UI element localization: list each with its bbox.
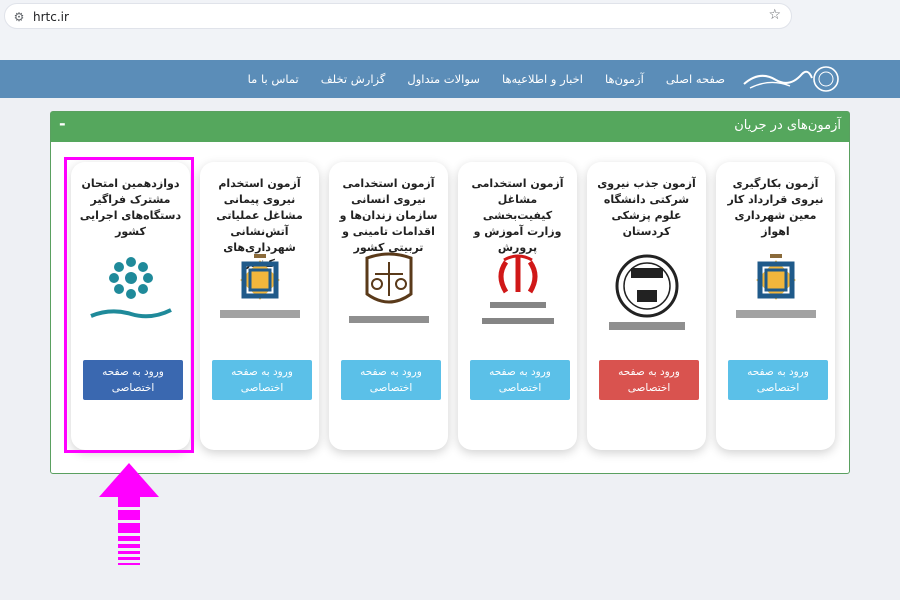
exam-card: آزمون استخدامی نیروی انسانی سازمان زندان… (329, 162, 448, 450)
exam-card-title: آزمون استخدامی مشاغل کیفیت‌بخشی وزارت آم… (471, 177, 564, 254)
nav-link-2[interactable]: اخبار و اطلاعیه‌ها (502, 72, 583, 86)
exam-card: آزمون بکارگیری نیروی قرارداد کار معین شه… (716, 162, 835, 450)
highlight-box (64, 157, 194, 453)
enter-exam-page-button[interactable]: ورود به صفحه اختصاصی (728, 360, 828, 400)
panel-title: آزمون‌های در جریان (734, 118, 841, 133)
tune-icon[interactable]: ⚙ (11, 9, 27, 25)
collapse-button[interactable]: - (59, 114, 66, 133)
exam-card-title: آزمون جذب نیروی شرکتی دانشگاه علوم پزشکی… (597, 177, 696, 238)
nav-link-0[interactable]: صفحه اصلی (666, 72, 725, 86)
nav-link-1[interactable]: آزمون‌ها (605, 72, 644, 86)
exam-card-title: آزمون بکارگیری نیروی قرارداد کار معین شه… (727, 177, 824, 238)
jahad-daneshgahi-logo (597, 250, 696, 338)
nav-link-3[interactable]: سوالات متداول (407, 72, 480, 86)
exam-card-title: آزمون استخدامی نیروی انسانی سازمان زندان… (339, 177, 438, 254)
exam-card: آزمون جذب نیروی شرکتی دانشگاه علوم پزشکی… (587, 162, 706, 450)
iran-emblem-logo (468, 250, 567, 338)
enter-exam-page-button[interactable]: ورود به صفحه اختصاصی (599, 360, 699, 400)
nav-link-4[interactable]: گزارش تخلف (321, 72, 386, 86)
enter-exam-page-button[interactable]: ورود به صفحه اختصاصی (212, 360, 312, 400)
prisons-organization-logo (339, 250, 438, 338)
municipality-ministry-logo (726, 250, 825, 338)
exam-card: آزمون استخدام نیروی پیمانی مشاغل عملیاتی… (200, 162, 319, 450)
up-arrow-icon (99, 463, 159, 565)
nav-links: صفحه اصلی آزمون‌ها اخبار و اطلاعیه‌ها سوالا… (248, 60, 725, 98)
nav-link-5[interactable]: تماس با ما (248, 72, 299, 86)
address-bar[interactable]: ⚙ hrtc.ir ☆ (4, 3, 792, 29)
jahad-logo[interactable] (740, 64, 840, 94)
panel-header: آزمون‌های در جریان - (51, 112, 849, 142)
exam-card: آزمون استخدامی مشاغل کیفیت‌بخشی وزارت آم… (458, 162, 577, 450)
star-icon[interactable]: ☆ (768, 7, 781, 23)
enter-exam-page-button[interactable]: ورود به صفحه اختصاصی (341, 360, 441, 400)
municipality-ministry-logo (210, 250, 309, 338)
site-navbar: صفحه اصلی آزمون‌ها اخبار و اطلاعیه‌ها سوالا… (0, 60, 900, 98)
url-text[interactable]: hrtc.ir (33, 8, 69, 26)
enter-exam-page-button[interactable]: ورود به صفحه اختصاصی (470, 360, 570, 400)
browser-chrome: ⚙ hrtc.ir ☆ (0, 0, 900, 60)
